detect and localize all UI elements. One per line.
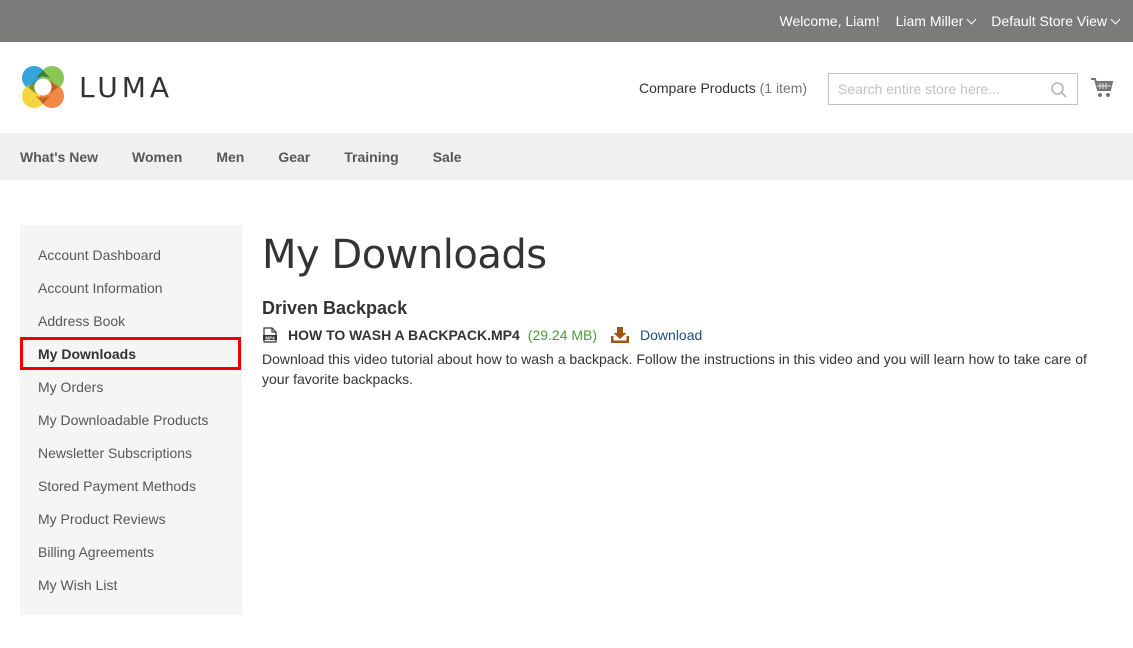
sidebar-item-my-downloadable-products[interactable]: My Downloadable Products xyxy=(20,403,242,436)
nav-item-whats-new[interactable]: What's New xyxy=(20,149,98,165)
header: LUMA Compare Products (1 item) xyxy=(0,42,1133,133)
compare-label: Compare Products xyxy=(639,80,756,96)
page-title: My Downloads xyxy=(262,232,547,278)
compare-products-link[interactable]: Compare Products (1 item) xyxy=(639,80,807,96)
search-box xyxy=(828,73,1078,105)
sidebar-item-address-book[interactable]: Address Book xyxy=(20,304,242,337)
luma-logo-icon xyxy=(22,66,64,108)
file-name: HOW TO WASH A BACKPACK.MP4 xyxy=(288,327,520,343)
download-link[interactable]: Download xyxy=(640,327,702,343)
logo-text: LUMA xyxy=(79,70,174,104)
nav-item-men[interactable]: Men xyxy=(216,149,244,165)
account-menu[interactable]: Liam Miller xyxy=(895,13,977,29)
nav-item-sale[interactable]: Sale xyxy=(433,149,462,165)
sidebar-item-my-orders[interactable]: My Orders xyxy=(20,370,242,403)
account-name: Liam Miller xyxy=(895,13,964,29)
main-navigation: What's New Women Men Gear Training Sale xyxy=(0,133,1133,180)
logo-link[interactable]: LUMA xyxy=(20,64,173,110)
store-view-switcher[interactable]: Default Store View xyxy=(991,13,1121,29)
download-file-row: MP4 HOW TO WASH A BACKPACK.MP4 (29.24 MB… xyxy=(262,325,1102,345)
main-content: My Downloads Driven Backpack MP4 HOW TO … xyxy=(262,229,1102,389)
nav-item-gear[interactable]: Gear xyxy=(278,149,310,165)
sidebar-item-my-product-reviews[interactable]: My Product Reviews xyxy=(20,502,242,535)
file-description: Download this video tutorial about how t… xyxy=(262,351,1087,387)
product-name: Driven Backpack xyxy=(262,298,408,318)
account-sidebar: Account Dashboard Account Information Ad… xyxy=(20,225,242,615)
sidebar-item-account-dashboard[interactable]: Account Dashboard xyxy=(20,238,242,271)
nav-item-training[interactable]: Training xyxy=(344,149,398,165)
top-bar: Welcome, Liam! Liam Miller Default Store… xyxy=(0,0,1133,42)
svg-text:MP4: MP4 xyxy=(265,335,275,340)
sidebar-item-my-downloads[interactable]: My Downloads xyxy=(20,337,241,370)
search-icon[interactable] xyxy=(1050,81,1068,99)
chevron-down-icon xyxy=(1110,14,1121,24)
nav-item-women[interactable]: Women xyxy=(132,149,182,165)
download-icon[interactable] xyxy=(610,326,630,344)
sidebar-item-account-information[interactable]: Account Information xyxy=(20,271,242,304)
welcome-message: Welcome, Liam! xyxy=(779,13,880,29)
sidebar-item-stored-payment-methods[interactable]: Stored Payment Methods xyxy=(20,469,242,502)
compare-count: (1 item) xyxy=(759,80,808,96)
cart-icon[interactable] xyxy=(1090,77,1114,99)
search-input[interactable] xyxy=(829,74,1039,104)
sidebar-item-my-wish-list[interactable]: My Wish List xyxy=(20,568,242,601)
store-view-label: Default Store View xyxy=(991,13,1107,29)
chevron-down-icon xyxy=(966,14,977,24)
mp4-file-icon: MP4 xyxy=(263,327,277,343)
sidebar-item-billing-agreements[interactable]: Billing Agreements xyxy=(20,535,242,568)
file-size: (29.24 MB) xyxy=(527,327,598,343)
sidebar-item-newsletter-subscriptions[interactable]: Newsletter Subscriptions xyxy=(20,436,242,469)
